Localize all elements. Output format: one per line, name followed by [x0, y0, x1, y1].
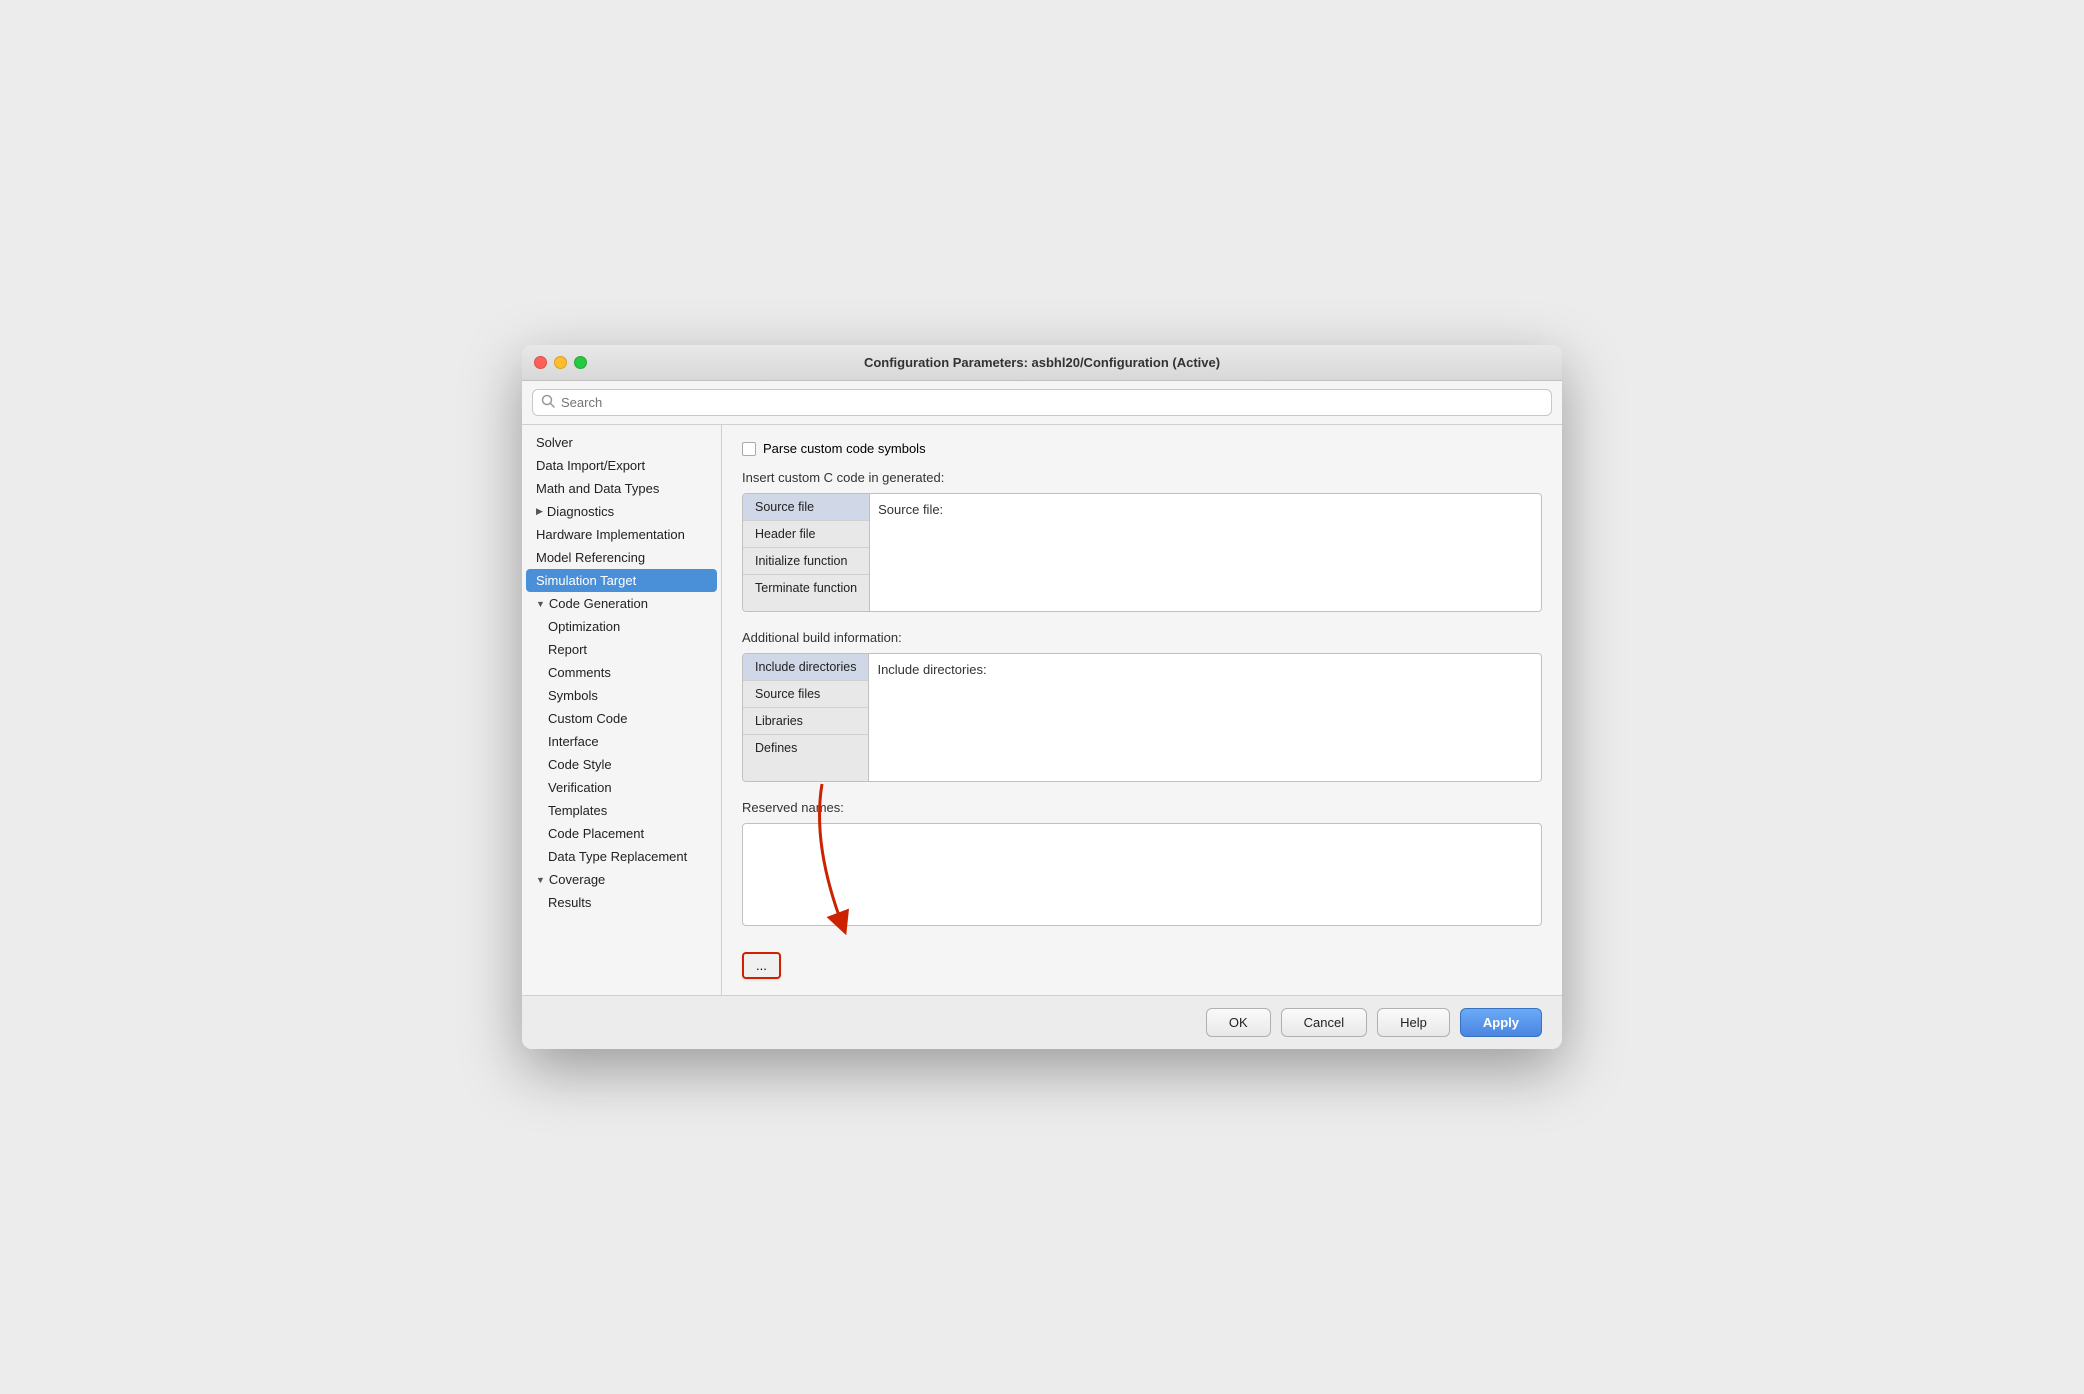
sidebar-item-interface[interactable]: Interface [522, 730, 721, 753]
tab-source-file[interactable]: Source file [743, 494, 869, 521]
tab-libraries[interactable]: Libraries [743, 708, 868, 735]
parse-custom-code-section: Parse custom code symbols [742, 441, 1542, 456]
search-input-wrap[interactable] [532, 389, 1552, 416]
tab-initialize-function[interactable]: Initialize function [743, 548, 869, 575]
sidebar-item-code-generation[interactable]: ▼ Code Generation [522, 592, 721, 615]
sidebar-item-solver[interactable]: Solver [522, 431, 721, 454]
additional-build-label: Additional build information: [742, 630, 1542, 645]
sidebar-item-verification[interactable]: Verification [522, 776, 721, 799]
window-title: Configuration Parameters: asbhl20/Config… [864, 355, 1220, 370]
ellipsis-section: ... [742, 944, 781, 979]
search-input[interactable] [561, 395, 1543, 410]
chevron-down-icon-2: ▼ [536, 875, 545, 885]
ok-button[interactable]: OK [1206, 1008, 1271, 1037]
tab-terminate-function[interactable]: Terminate function [743, 575, 869, 601]
source-file-panel-label: Source file: [878, 502, 1533, 517]
bottom-bar: OK Cancel Help Apply [522, 995, 1562, 1049]
reserved-names-textarea[interactable] [747, 828, 1537, 918]
search-bar [522, 381, 1562, 425]
titlebar: Configuration Parameters: asbhl20/Config… [522, 345, 1562, 381]
sidebar-item-results[interactable]: Results [522, 891, 721, 914]
reserved-names-section: Reserved names: [742, 800, 1542, 926]
parse-custom-code-label: Parse custom code symbols [763, 441, 926, 456]
sidebar-item-data-import-export[interactable]: Data Import/Export [522, 454, 721, 477]
sidebar-item-custom-code[interactable]: Custom Code [522, 707, 721, 730]
sidebar-item-coverage[interactable]: ▼ Coverage [522, 868, 721, 891]
tab-source-files[interactable]: Source files [743, 681, 868, 708]
main-content: Solver Data Import/Export Math and Data … [522, 425, 1562, 995]
source-tabs-area: Source file Header file Initialize funct… [742, 493, 1542, 612]
tab-defines[interactable]: Defines [743, 735, 868, 761]
sidebar-item-symbols[interactable]: Symbols [522, 684, 721, 707]
additional-build-section: Additional build information: Include di… [742, 630, 1542, 782]
maximize-button[interactable] [574, 356, 587, 369]
help-button[interactable]: Help [1377, 1008, 1450, 1037]
content-panel: Parse custom code symbols Insert custom … [722, 425, 1562, 995]
sidebar-item-simulation-target[interactable]: Simulation Target [526, 569, 717, 592]
sidebar-item-math-data-types[interactable]: Math and Data Types [522, 477, 721, 500]
chevron-down-icon: ▼ [536, 599, 545, 609]
source-tab-panel: Source file: [870, 494, 1541, 611]
include-dirs-label: Include directories: [877, 662, 1533, 677]
reserved-names-label: Reserved names: [742, 800, 1542, 815]
sidebar-item-model-referencing[interactable]: Model Referencing [522, 546, 721, 569]
sidebar-item-comments[interactable]: Comments [522, 661, 721, 684]
build-tabs-area: Include directories Source files Librari… [742, 653, 1542, 782]
reserved-names-textarea-area[interactable] [742, 823, 1542, 926]
insert-custom-c-section: Insert custom C code in generated: Sourc… [742, 470, 1542, 612]
tab-header-file[interactable]: Header file [743, 521, 869, 548]
source-tab-list: Source file Header file Initialize funct… [743, 494, 870, 611]
ellipsis-button[interactable]: ... [742, 952, 781, 979]
parse-custom-code-checkbox[interactable] [742, 442, 756, 456]
search-icon [541, 394, 555, 411]
insert-custom-c-label: Insert custom C code in generated: [742, 470, 1542, 485]
close-button[interactable] [534, 356, 547, 369]
sidebar-item-hardware-impl[interactable]: Hardware Implementation [522, 523, 721, 546]
sidebar-item-optimization[interactable]: Optimization [522, 615, 721, 638]
minimize-button[interactable] [554, 356, 567, 369]
source-file-textarea[interactable] [878, 523, 1533, 603]
traffic-lights [534, 356, 587, 369]
sidebar-item-code-placement[interactable]: Code Placement [522, 822, 721, 845]
tab-include-dirs[interactable]: Include directories [743, 654, 868, 681]
build-tab-panel: Include directories: [869, 654, 1541, 781]
apply-button[interactable]: Apply [1460, 1008, 1542, 1037]
sidebar-item-report[interactable]: Report [522, 638, 721, 661]
main-window: Configuration Parameters: asbhl20/Config… [522, 345, 1562, 1049]
include-dirs-textarea[interactable] [877, 683, 1533, 773]
sidebar-item-data-type-replacement[interactable]: Data Type Replacement [522, 845, 721, 868]
sidebar-item-templates[interactable]: Templates [522, 799, 721, 822]
build-tab-list: Include directories Source files Librari… [743, 654, 869, 781]
sidebar-item-code-style[interactable]: Code Style [522, 753, 721, 776]
chevron-right-icon: ▶ [536, 506, 543, 517]
cancel-button[interactable]: Cancel [1281, 1008, 1367, 1037]
sidebar: Solver Data Import/Export Math and Data … [522, 425, 722, 995]
sidebar-item-diagnostics[interactable]: ▶ Diagnostics [522, 500, 721, 523]
